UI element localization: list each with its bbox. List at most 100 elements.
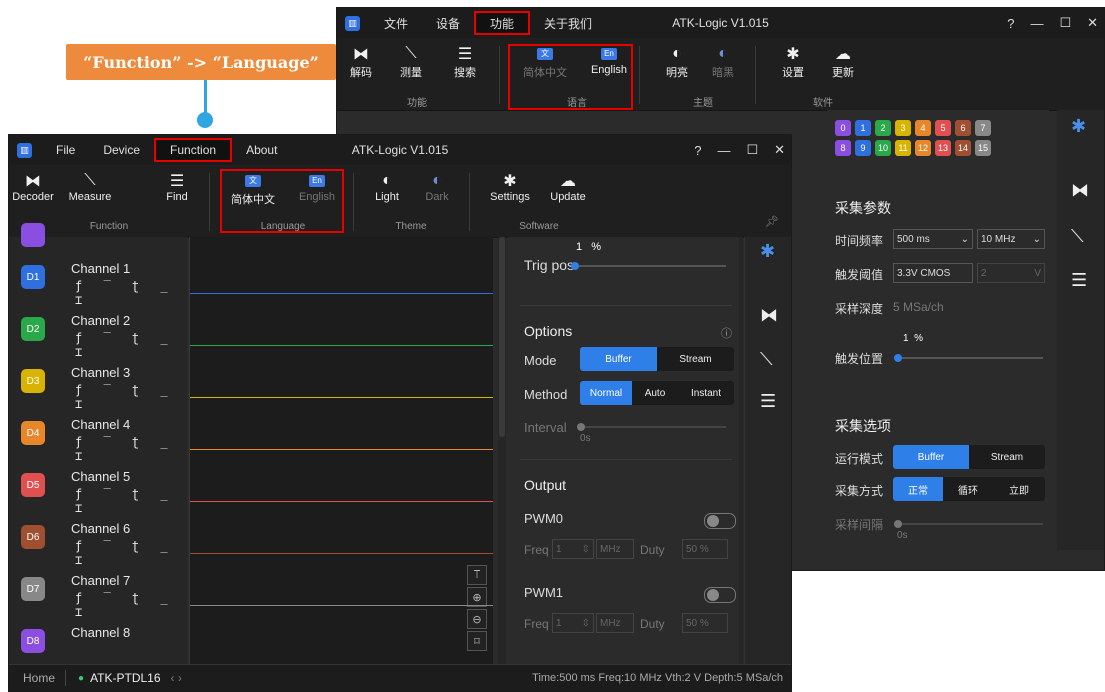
- menu-function[interactable]: Function: [154, 138, 233, 162]
- pwm0-freq-unit-select[interactable]: MHz: [596, 539, 634, 559]
- method-instant-button[interactable]: Instant: [678, 381, 734, 405]
- zoom-out-icon[interactable]: ⊖: [467, 609, 487, 629]
- zoom-in-icon[interactable]: ⊕: [467, 587, 487, 607]
- channel-badge[interactable]: D2: [21, 317, 45, 341]
- channel-name[interactable]: Channel 6: [71, 521, 130, 536]
- maximize-icon[interactable]: ☐: [746, 142, 758, 158]
- channel-chip[interactable]: 9: [855, 140, 871, 156]
- channel-name[interactable]: Channel 8: [71, 625, 130, 640]
- menu-file[interactable]: File: [42, 135, 89, 165]
- minimize-icon[interactable]: —: [1030, 16, 1043, 31]
- channel-badge[interactable]: D1: [21, 265, 45, 289]
- minimize-icon[interactable]: —: [717, 143, 730, 158]
- back-method-normal[interactable]: 正常: [893, 477, 943, 501]
- decoder-button[interactable]: ⧓ Decoder: [11, 171, 55, 203]
- back-threshold-select[interactable]: 3.3V CMOS: [893, 263, 973, 283]
- back-interval-slider[interactable]: [894, 520, 1043, 528]
- back-light-button[interactable]: ◐ 明亮: [655, 44, 699, 80]
- channel-chip[interactable]: 5: [935, 120, 951, 136]
- fit-icon[interactable]: ⟙: [467, 565, 487, 585]
- close-icon[interactable]: ✕: [774, 142, 785, 158]
- zoom-reset-icon[interactable]: ⌑: [467, 631, 487, 651]
- channel-name[interactable]: Channel 7: [71, 573, 130, 588]
- panel-scrollbar[interactable]: [739, 237, 743, 665]
- home-tab[interactable]: Home: [9, 671, 65, 685]
- back-method-instant[interactable]: 立即: [993, 477, 1045, 501]
- back-mode-stream[interactable]: Stream: [969, 445, 1045, 469]
- menu-device[interactable]: Device: [89, 135, 154, 165]
- channel-chip[interactable]: 0: [835, 120, 851, 136]
- decoder-icon[interactable]: ⧓: [760, 305, 778, 326]
- back-menu-function[interactable]: 功能: [474, 11, 531, 35]
- help-icon[interactable]: ?: [694, 143, 701, 158]
- channel-row[interactable]: D7 Channel 7ƒ ‾ ʈ _ ⌶: [9, 563, 187, 619]
- measure-button[interactable]: ⟍ Measure: [65, 171, 115, 203]
- channel-chip[interactable]: 1: [855, 120, 871, 136]
- vertical-scrollbar[interactable]: [498, 237, 506, 665]
- search-icon[interactable]: ☰: [1071, 270, 1087, 291]
- channel-chip[interactable]: 4: [915, 120, 931, 136]
- channel-chip[interactable]: 15: [975, 140, 991, 156]
- channel-row[interactable]: D3 Channel 3ƒ ‾ ʈ _ ⌶: [9, 355, 187, 411]
- pwm0-freq-input[interactable]: 1 ⇳: [552, 539, 594, 559]
- channel-row[interactable]: D1 Channel 1ƒ ‾ ʈ _ ⌶: [9, 251, 187, 307]
- info-icon[interactable]: ⓘ: [721, 325, 732, 341]
- channel-name[interactable]: Channel 5: [71, 469, 130, 484]
- pwm1-duty-input[interactable]: 50 %: [682, 613, 728, 633]
- channel-name[interactable]: Channel 3: [71, 365, 130, 380]
- back-update-button[interactable]: ☁ 更新: [821, 44, 865, 80]
- gear-icon[interactable]: ✱: [1071, 116, 1086, 137]
- channel-badge[interactable]: D8: [21, 629, 45, 653]
- back-method-loop[interactable]: 循环: [943, 477, 993, 501]
- dark-theme-button[interactable]: ◐ Dark: [415, 171, 459, 203]
- channel-badge[interactable]: D5: [21, 473, 45, 497]
- trig-pos-slider[interactable]: [571, 262, 726, 270]
- ruler-icon[interactable]: ⟍: [760, 349, 773, 370]
- channel-chip[interactable]: 12: [915, 140, 931, 156]
- interval-slider[interactable]: [577, 423, 726, 431]
- mode-stream-button[interactable]: Stream: [657, 347, 734, 371]
- back-find-button[interactable]: ☰ 搜索: [443, 44, 487, 80]
- settings-button[interactable]: ✱ Settings: [485, 171, 535, 203]
- channel-chip[interactable]: 2: [875, 120, 891, 136]
- pwm0-toggle[interactable]: [704, 513, 736, 529]
- channel-chip[interactable]: 11: [895, 140, 911, 156]
- find-button[interactable]: ☰ Find: [155, 171, 199, 203]
- pwm1-freq-input[interactable]: 1 ⇳: [552, 613, 594, 633]
- method-auto-button[interactable]: Auto: [632, 381, 678, 405]
- close-icon[interactable]: ✕: [1087, 15, 1098, 31]
- maximize-icon[interactable]: ☐: [1059, 15, 1071, 31]
- back-menu-about[interactable]: 关于我们: [530, 8, 606, 38]
- back-settings-button[interactable]: ✱ 设置: [771, 44, 815, 80]
- channel-row[interactable]: D6 Channel 6ƒ ‾ ʈ _ ⌶: [9, 511, 187, 567]
- channel-chip[interactable]: 14: [955, 140, 971, 156]
- channel-chip[interactable]: 8: [835, 140, 851, 156]
- help-icon[interactable]: ?: [1007, 16, 1014, 31]
- light-theme-button[interactable]: ◐ Light: [365, 171, 409, 203]
- channel-name[interactable]: Channel 4: [71, 417, 130, 432]
- mode-toggle[interactable]: Buffer Stream: [580, 347, 734, 371]
- channel-chip[interactable]: 6: [955, 120, 971, 136]
- back-time-select[interactable]: 500 ms ⌄: [893, 229, 973, 249]
- scrollbar-thumb[interactable]: [499, 237, 505, 437]
- method-toggle[interactable]: Normal Auto Instant: [580, 381, 734, 405]
- pwm1-freq-unit-select[interactable]: MHz: [596, 613, 634, 633]
- channel-badge[interactable]: D4: [21, 421, 45, 445]
- channel-row[interactable]: D4 Channel 4ƒ ‾ ʈ _ ⌶: [9, 407, 187, 463]
- back-freq-select[interactable]: 10 MHz ⌄: [977, 229, 1045, 249]
- back-threshold-input[interactable]: 2V: [977, 263, 1045, 283]
- pin-icon[interactable]: 📌︎: [765, 215, 779, 228]
- slider-handle[interactable]: [894, 520, 902, 528]
- back-run-mode-toggle[interactable]: Buffer Stream: [893, 445, 1045, 469]
- back-menu-file[interactable]: 文件: [370, 8, 422, 38]
- device-tab[interactable]: ATK-PTDL16: [90, 671, 160, 685]
- update-button[interactable]: ☁ Update: [543, 171, 593, 203]
- channel-chip[interactable]: 3: [895, 120, 911, 136]
- channel-row[interactable]: D5 Channel 5ƒ ‾ ʈ _ ⌶: [9, 459, 187, 515]
- channel-badge[interactable]: D6: [21, 525, 45, 549]
- decoder-icon[interactable]: ⧓: [1071, 180, 1089, 201]
- back-measure-button[interactable]: ⟍ 测量: [389, 44, 433, 80]
- ruler-icon[interactable]: ⟍: [1071, 226, 1084, 247]
- back-mode-buffer[interactable]: Buffer: [893, 445, 969, 469]
- channel-chip[interactable]: 7: [975, 120, 991, 136]
